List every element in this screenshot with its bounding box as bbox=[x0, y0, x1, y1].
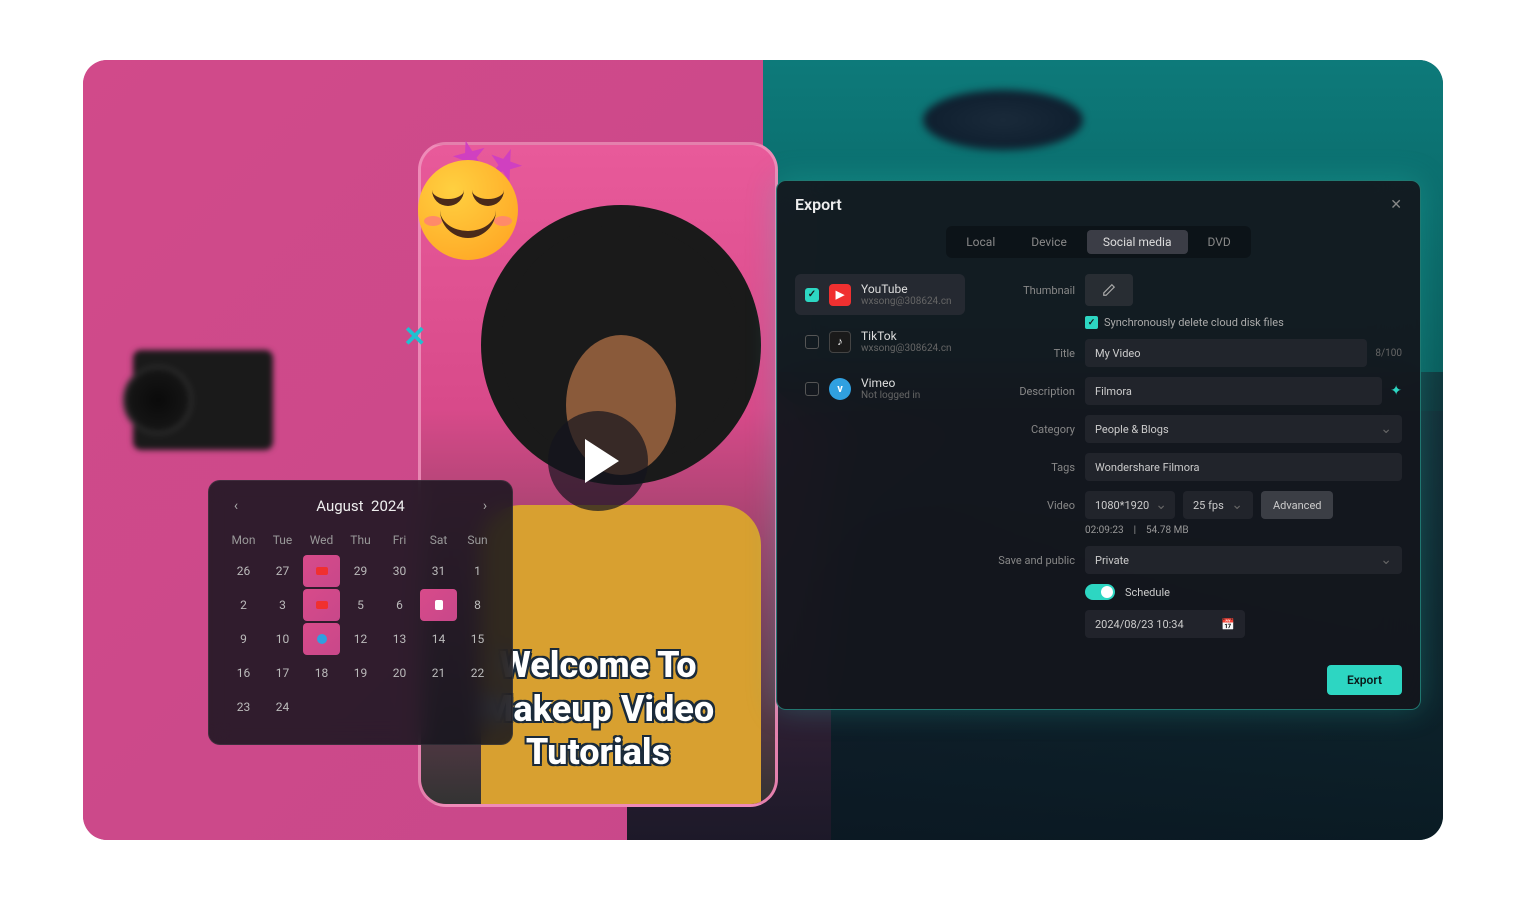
calendar-day[interactable] bbox=[303, 555, 340, 587]
play-button[interactable] bbox=[548, 411, 648, 511]
title-input[interactable] bbox=[1085, 339, 1367, 367]
calendar-dow: Fri bbox=[381, 527, 418, 553]
calendar-day[interactable]: 14 bbox=[420, 623, 457, 655]
calendar-next-button[interactable]: › bbox=[474, 495, 496, 517]
tiktok-icon: ♪ bbox=[829, 331, 851, 353]
category-select[interactable]: People & Blogs bbox=[1085, 415, 1402, 443]
platform-name: TikTok bbox=[861, 329, 952, 343]
calendar-day[interactable]: 17 bbox=[264, 657, 301, 689]
check-icon bbox=[1085, 316, 1098, 329]
calendar-day[interactable]: 21 bbox=[420, 657, 457, 689]
export-button[interactable]: Export bbox=[1327, 665, 1402, 695]
calendar-day[interactable]: 2 bbox=[225, 589, 262, 621]
calendar-dow: Mon bbox=[225, 527, 262, 553]
calendar-day[interactable]: 22 bbox=[459, 657, 496, 689]
resolution-select[interactable]: 1080*1920 bbox=[1085, 491, 1175, 519]
calendar-day[interactable]: 15 bbox=[459, 623, 496, 655]
calendar-dow: Sat bbox=[420, 527, 457, 553]
privacy-label: Save and public bbox=[985, 554, 1075, 567]
calendar-icon: 📅 bbox=[1221, 618, 1235, 631]
calendar-day[interactable]: 12 bbox=[342, 623, 379, 655]
calendar-day[interactable]: 5 bbox=[342, 589, 379, 621]
calendar-day[interactable]: 13 bbox=[381, 623, 418, 655]
calendar-day[interactable]: 23 bbox=[225, 691, 262, 723]
calendar-month-label: August 2024 bbox=[316, 497, 405, 515]
platform-account: Not logged in bbox=[861, 390, 920, 401]
calendar-dow: Thu bbox=[342, 527, 379, 553]
platform-account: wxsong@308624.cn bbox=[861, 343, 952, 354]
calendar-dow: Wed bbox=[303, 527, 340, 553]
calendar-day[interactable]: 1 bbox=[459, 555, 496, 587]
category-label: Category bbox=[985, 423, 1075, 436]
calendar-day[interactable]: 29 bbox=[342, 555, 379, 587]
tags-label: Tags bbox=[985, 461, 1075, 474]
calendar-day[interactable]: 3 bbox=[264, 589, 301, 621]
export-tabs: LocalDeviceSocial mediaDVD bbox=[946, 226, 1251, 258]
calendar-day[interactable]: 20 bbox=[381, 657, 418, 689]
platform-name: Vimeo bbox=[861, 376, 920, 390]
title-label: Title bbox=[985, 347, 1075, 360]
calendar-day[interactable]: 26 bbox=[225, 555, 262, 587]
calendar-day[interactable]: 16 bbox=[225, 657, 262, 689]
vimeo-icon: v bbox=[829, 378, 851, 400]
video-info: 02:09:23|54.78 MB bbox=[985, 525, 1402, 536]
platform-checkbox[interactable] bbox=[805, 288, 819, 302]
lamp-prop bbox=[903, 70, 1103, 190]
calendar-day[interactable] bbox=[303, 623, 340, 655]
x-decoration-icon: ✕ bbox=[403, 320, 427, 344]
schedule-date-input[interactable]: 2024/08/23 10:34 📅 bbox=[1085, 610, 1245, 638]
calendar-day[interactable]: 8 bbox=[459, 589, 496, 621]
sync-delete-checkbox[interactable]: Synchronously delete cloud disk files bbox=[1085, 316, 1284, 329]
calendar-day[interactable]: 9 bbox=[225, 623, 262, 655]
star-struck-emoji bbox=[418, 140, 538, 260]
platform-checkbox[interactable] bbox=[805, 335, 819, 349]
schedule-calendar: ‹ August 2024 › MonTueWedThuFriSatSun262… bbox=[208, 480, 513, 745]
close-icon[interactable]: ✕ bbox=[1390, 197, 1402, 213]
calendar-day[interactable]: 19 bbox=[342, 657, 379, 689]
play-icon bbox=[585, 439, 619, 483]
platform-tiktok[interactable]: ♪ TikTokwxsong@308624.cn bbox=[795, 321, 965, 362]
edit-icon bbox=[1102, 283, 1116, 297]
description-label: Description bbox=[985, 385, 1075, 398]
export-title: Export bbox=[795, 195, 842, 214]
advanced-button[interactable]: Advanced bbox=[1261, 491, 1333, 519]
export-tab-local[interactable]: Local bbox=[950, 230, 1011, 254]
calendar-day[interactable]: 6 bbox=[381, 589, 418, 621]
youtube-icon: ▶ bbox=[829, 284, 851, 306]
promo-canvas: Welcome To Makeup Video Tutorials ✕ ‹ Au… bbox=[83, 60, 1443, 840]
privacy-select[interactable]: Private bbox=[1085, 546, 1402, 574]
calendar-day[interactable]: 27 bbox=[264, 555, 301, 587]
calendar-day[interactable] bbox=[303, 589, 340, 621]
calendar-day[interactable]: 31 bbox=[420, 555, 457, 587]
export-form: Thumbnail Synchronously delete cloud dis… bbox=[985, 274, 1402, 648]
platform-vimeo[interactable]: v VimeoNot logged in bbox=[795, 368, 965, 409]
calendar-day[interactable]: 18 bbox=[303, 657, 340, 689]
calendar-day[interactable] bbox=[420, 589, 457, 621]
platform-checkbox[interactable] bbox=[805, 382, 819, 396]
video-label: Video bbox=[985, 499, 1075, 512]
title-counter: 8/100 bbox=[1375, 348, 1402, 359]
schedule-label: Schedule bbox=[1125, 586, 1170, 599]
schedule-toggle[interactable] bbox=[1085, 584, 1115, 600]
description-input[interactable] bbox=[1085, 377, 1382, 405]
export-dialog: Export ✕ LocalDeviceSocial mediaDVD ▶ You… bbox=[776, 180, 1421, 710]
thumbnail-picker[interactable] bbox=[1085, 274, 1133, 306]
calendar-day[interactable]: 30 bbox=[381, 555, 418, 587]
calendar-dow: Sun bbox=[459, 527, 496, 553]
platform-list: ▶YouTubewxsong@308624.cn♪TikTokwxsong@30… bbox=[795, 274, 965, 648]
export-tab-dvd[interactable]: DVD bbox=[1192, 230, 1247, 254]
calendar-prev-button[interactable]: ‹ bbox=[225, 495, 247, 517]
thumbnail-label: Thumbnail bbox=[985, 284, 1075, 297]
export-tab-device[interactable]: Device bbox=[1015, 230, 1083, 254]
platform-account: wxsong@308624.cn bbox=[861, 296, 952, 307]
export-tab-social-media[interactable]: Social media bbox=[1087, 230, 1188, 254]
calendar-day[interactable]: 24 bbox=[264, 691, 301, 723]
fps-select[interactable]: 25 fps bbox=[1183, 491, 1253, 519]
tags-input[interactable] bbox=[1085, 453, 1402, 481]
calendar-day[interactable]: 10 bbox=[264, 623, 301, 655]
platform-youtube[interactable]: ▶ YouTubewxsong@308624.cn bbox=[795, 274, 965, 315]
calendar-dow: Tue bbox=[264, 527, 301, 553]
platform-name: YouTube bbox=[861, 282, 952, 296]
ai-assist-icon[interactable]: ✦ bbox=[1390, 383, 1402, 399]
